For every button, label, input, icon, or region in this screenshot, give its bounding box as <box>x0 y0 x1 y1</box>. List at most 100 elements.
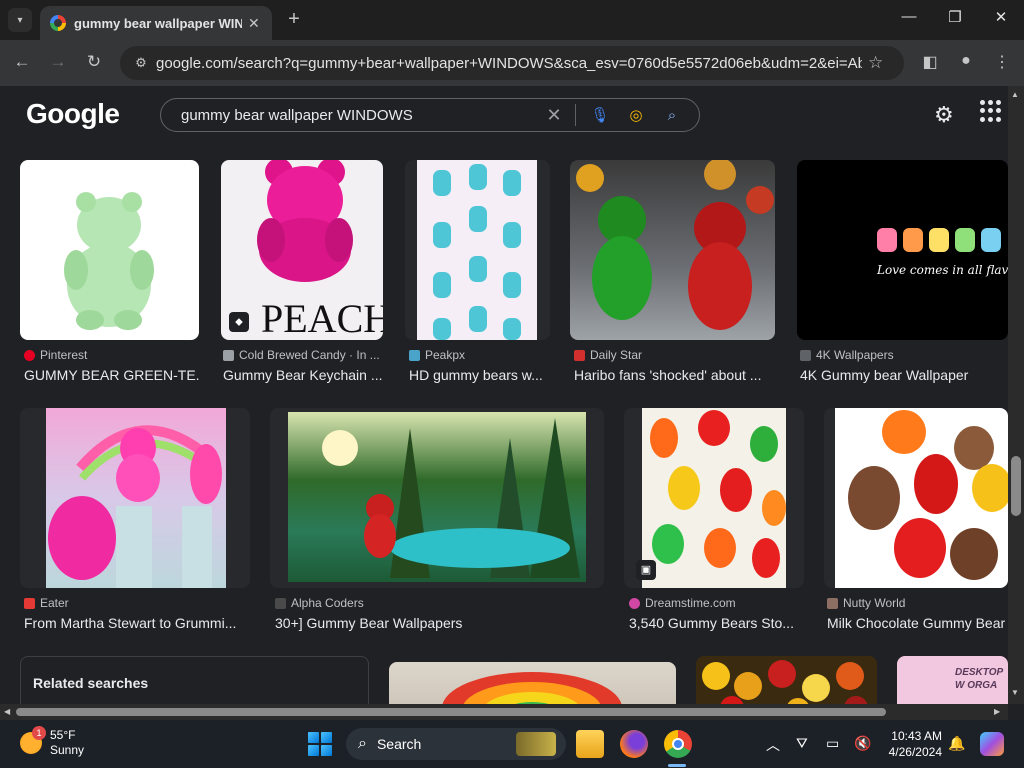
nuttyworld-icon <box>827 597 838 609</box>
restore-button[interactable]: ❐ <box>940 8 970 26</box>
search-box[interactable]: gummy bear wallpaper WINDOWS ✕ 🎙 ◎ ⌕ <box>160 98 700 132</box>
result-title[interactable]: 3,540 Gummy Bears Sto... <box>629 615 801 631</box>
settings-gear-icon[interactable]: ⚙ <box>934 102 954 128</box>
browser-tab[interactable]: gummy bear wallpaper WINDOWS ✕ <box>40 6 272 40</box>
result-thumbnail[interactable] <box>20 408 250 588</box>
source-name: Daily Star <box>590 348 643 362</box>
source-name: Peakpx <box>425 348 466 362</box>
tray-chevron-icon[interactable]: ︿ <box>766 735 780 755</box>
weather-desc: Sunny <box>50 743 85 757</box>
voice-search-icon[interactable]: 🎙 <box>582 106 618 124</box>
horizontal-scrollbar[interactable]: ◀ ▶ <box>0 704 1008 720</box>
system-clock[interactable]: 10:43 AM 4/26/2024 <box>886 728 942 760</box>
result-thumbnail[interactable] <box>20 160 199 340</box>
result-thumbnail[interactable]: PEACH ⬥ <box>221 160 383 340</box>
result-thumbnail[interactable] <box>824 408 1008 588</box>
scroll-right-arrow-icon[interactable]: ▶ <box>994 707 1000 716</box>
dailystar-icon <box>574 349 585 361</box>
reload-button[interactable]: ↻ <box>82 52 106 72</box>
result-thumbnail[interactable] <box>570 160 775 340</box>
forward-button[interactable]: → <box>46 52 70 72</box>
minimize-button[interactable]: — <box>894 8 924 25</box>
notification-bell-icon[interactable]: 🔔 <box>948 735 965 752</box>
source-name: Dreamstime.com <box>645 596 736 610</box>
windows-taskbar: 1 55°F Sunny ⌕ Search ︿ ⛛ ▭ 🔇 10:43 AM 4/… <box>0 720 1024 768</box>
result-title[interactable]: HD gummy bears w... <box>409 367 549 383</box>
browser-toolbar: ← → ↻ ⚙ google.com/search?q=gummy+bear+w… <box>0 40 1024 86</box>
result-thumbnail[interactable]: ▣ <box>624 408 804 588</box>
source-name: Cold Brewed Candy · In ... <box>239 348 380 362</box>
tab-close-icon[interactable]: ✕ <box>248 15 260 32</box>
chrome-active-indicator <box>668 764 686 767</box>
menu-kebab-icon[interactable]: ⋮ <box>990 52 1014 72</box>
vertical-scroll-thumb[interactable] <box>1011 456 1021 516</box>
back-button[interactable]: ← <box>10 52 34 72</box>
result-source: Nutty World <box>827 596 1007 610</box>
result-source: Alpha Coders <box>275 596 600 610</box>
alphacoders-icon <box>275 597 286 609</box>
result-title[interactable]: GUMMY BEAR GREEN-TE... <box>24 367 199 383</box>
new-tab-button[interactable]: + <box>282 8 306 31</box>
result-title[interactable]: Milk Chocolate Gummy Bear <box>827 615 1007 631</box>
result-thumbnail[interactable]: DESKTOP W ORGA <box>897 656 1008 704</box>
result-thumbnail[interactable]: Love comes in all flav <box>797 160 1008 340</box>
firefox-icon[interactable] <box>620 730 648 758</box>
result-thumbnail[interactable] <box>270 408 604 588</box>
related-searches-label: Related searches <box>33 675 149 691</box>
site-info-icon[interactable]: ⚙ <box>126 55 156 71</box>
scroll-left-arrow-icon[interactable]: ◀ <box>4 707 10 716</box>
weather-widget[interactable]: 1 55°F Sunny <box>20 726 85 758</box>
taskbar-search[interactable]: ⌕ Search <box>346 728 566 760</box>
eater-icon <box>24 597 35 609</box>
peakpx-icon <box>409 349 420 361</box>
image-results: Pinterest GUMMY BEAR GREEN-TE... PEACH ⬥… <box>0 142 1008 704</box>
lens-search-icon[interactable]: ◎ <box>618 106 654 124</box>
result-source: Cold Brewed Candy · In ... <box>223 348 383 362</box>
close-window-button[interactable]: ✕ <box>986 8 1016 26</box>
tab-title: gummy bear wallpaper WINDOWS <box>74 15 242 31</box>
vertical-scrollbar[interactable]: ▲ ▼ <box>1008 86 1024 704</box>
scroll-down-arrow-icon[interactable]: ▼ <box>1011 688 1019 697</box>
clear-search-icon[interactable]: ✕ <box>539 105 569 126</box>
side-panel-icon[interactable]: ◧ <box>918 52 942 72</box>
source-name: 4K Wallpapers <box>816 348 894 362</box>
search-divider <box>575 104 576 126</box>
result-thumbnail[interactable] <box>405 160 550 340</box>
source-name: Pinterest <box>40 348 88 362</box>
search-highlight-image <box>516 732 556 756</box>
chrome-icon[interactable] <box>664 730 692 758</box>
dreamstime-icon <box>629 597 640 609</box>
volume-muted-icon[interactable]: 🔇 <box>854 735 871 752</box>
bookmark-star-icon[interactable]: ☆ <box>868 53 883 73</box>
network-icon[interactable]: ⛛ <box>796 735 808 752</box>
result-title[interactable]: 4K Gummy bear Wallpaper <box>800 367 1005 383</box>
result-title[interactable]: From Martha Stewart to Grummi... <box>24 615 246 631</box>
search-icon: ⌕ <box>358 735 367 752</box>
google-apps-icon[interactable] <box>980 100 1002 122</box>
source-name: Eater <box>40 596 69 610</box>
result-source: 4K Wallpapers <box>800 348 1005 362</box>
file-explorer-icon[interactable] <box>576 730 604 758</box>
start-button[interactable] <box>308 732 332 756</box>
horizontal-scroll-thumb[interactable] <box>16 708 886 716</box>
tab-search-button[interactable]: ▾ <box>8 8 32 32</box>
result-title[interactable]: Gummy Bear Keychain ... <box>223 367 383 383</box>
scroll-up-arrow-icon[interactable]: ▲ <box>1011 90 1019 99</box>
result-title[interactable]: Haribo fans 'shocked' about ... <box>574 367 774 383</box>
coldbrewed-icon <box>223 349 234 361</box>
search-submit-icon[interactable]: ⌕ <box>654 107 690 124</box>
pinterest-icon <box>24 349 35 361</box>
address-bar[interactable]: ⚙ google.com/search?q=gummy+bear+wallpap… <box>120 46 904 80</box>
stock-image-icon: ▣ <box>636 560 656 580</box>
result-source: Eater <box>24 596 249 610</box>
search-input[interactable]: gummy bear wallpaper WINDOWS <box>181 107 531 124</box>
result-thumbnail[interactable] <box>696 656 877 704</box>
result-source: Pinterest <box>24 348 199 362</box>
google-logo[interactable]: Google <box>26 98 120 130</box>
related-searches-panel[interactable]: Related searches <box>20 656 369 704</box>
profile-icon[interactable]: ● <box>954 52 978 70</box>
copilot-icon[interactable] <box>980 732 1004 756</box>
result-title[interactable]: 30+] Gummy Bear Wallpapers <box>275 615 600 631</box>
display-icon[interactable]: ▭ <box>826 735 839 752</box>
result-thumbnail[interactable] <box>389 662 676 704</box>
